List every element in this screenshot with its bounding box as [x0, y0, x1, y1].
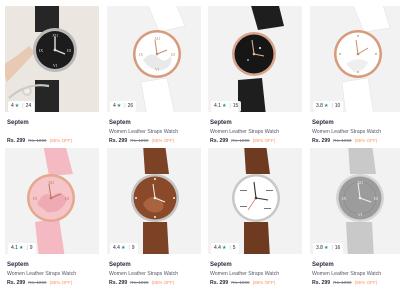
product-name: Women Leather Straps Watch [109, 129, 179, 135]
price-row: Rs. 299 Rs. 1999 (85% OFF) [109, 280, 175, 286]
brand-name: Septem [210, 262, 232, 268]
star-icon: ★ [221, 103, 227, 109]
price-row: Rs. 299 Rs. 1999 (85% OFF) [109, 138, 175, 144]
watch-image: XII III VI IX [310, 148, 400, 254]
product-image-6[interactable]: 4.4★ | 9 [107, 148, 201, 254]
watch-image [310, 6, 400, 112]
product-card-6[interactable]: 4.4★ | 9 Septem Women Leather Straps Watch… [107, 148, 201, 292]
product-image-5[interactable]: XII III IX 4.1★ | 9 [5, 148, 99, 254]
price-row: Rs. 299 Rs. 1999 (85% OFF) [210, 138, 276, 144]
rating-badge: 3.8★ | 16 [313, 243, 344, 254]
price-row: Rs. 299 Rs. 1999 (85% OFF) [312, 280, 378, 286]
brand-name: Septem [109, 120, 131, 126]
product-card-5[interactable]: XII III IX 4.1★ | 9 Septem Women Leather S… [5, 148, 99, 292]
price-row: Rs. 299 Rs. 1999 (85% OFF) [210, 280, 276, 286]
star-icon: ★ [116, 103, 122, 109]
rating-badge: 4★ | 26 [110, 101, 137, 112]
product-card-2[interactable]: XII III VI IX 4★ | 26 Septem Women Leather… [107, 6, 201, 150]
product-image-3[interactable]: 4.1★ | 15 [208, 6, 302, 112]
svg-text:VI: VI [358, 212, 363, 217]
brand-name: Septem [312, 120, 334, 126]
product-name: Women Leather Straps Watch [312, 271, 382, 277]
watch-image [208, 6, 302, 112]
rating-badge: 4.4★ | 9 [110, 243, 138, 254]
svg-text:IX: IX [33, 196, 37, 201]
svg-text:XII: XII [154, 36, 160, 41]
rating-badge: 4★ | 24 [8, 101, 35, 112]
svg-text:III: III [171, 52, 176, 57]
svg-text:XII: XII [48, 180, 54, 185]
svg-text:VI: VI [53, 63, 58, 68]
brand-name: Septem [7, 120, 29, 126]
product-card-8[interactable]: XII III VI IX 3.8★ | 16 Septem Women Leath… [310, 148, 400, 292]
product-card-4[interactable]: 3.8★ | 10 Septem Women Leather Straps Watc… [310, 6, 400, 150]
star-icon: ★ [221, 245, 227, 251]
svg-text:IX: IX [139, 52, 143, 57]
svg-text:III: III [374, 196, 379, 201]
rating-badge: 4.4★ | 5 [211, 243, 239, 254]
product-name: Women Leather Straps Watch [210, 271, 280, 277]
svg-text:VI: VI [155, 67, 160, 72]
product-grid: XII III VI IX 4★ | 24 Septem Rs. 299 Rs. 19… [0, 0, 400, 292]
brand-name: Septem [7, 262, 29, 268]
svg-text:XII: XII [357, 180, 363, 185]
svg-text:XII: XII [52, 33, 58, 38]
watch-image: XII III VI IX [5, 6, 99, 112]
price-row: Rs. 299 Rs. 1999 (85% OFF) [312, 138, 378, 144]
product-name: Women Leather Straps Watch [109, 271, 179, 277]
product-card-1[interactable]: XII III VI IX 4★ | 24 Septem Rs. 299 Rs. 19… [5, 6, 99, 150]
svg-text:IX: IX [39, 48, 43, 53]
product-card-7[interactable]: 4.4★ | 5 Septem Women Leather Straps Watch… [208, 148, 302, 292]
svg-text:IX: IX [342, 196, 346, 201]
product-image-2[interactable]: XII III VI IX 4★ | 26 [107, 6, 201, 112]
price-row: Rs. 299 Rs. 1999 (85% OFF) [7, 138, 73, 144]
rating-badge: 3.8★ | 10 [313, 101, 344, 112]
product-image-4[interactable]: 3.8★ | 10 [310, 6, 400, 112]
brand-name: Septem [210, 120, 232, 126]
product-image-7[interactable]: 4.4★ | 5 [208, 148, 302, 254]
product-name: Women Leather Straps Watch [7, 271, 77, 277]
rating-badge: 4.1★ | 15 [211, 101, 242, 112]
star-icon: ★ [120, 245, 126, 251]
product-name: Women Leather Straps Watch [312, 129, 382, 135]
brand-name: Septem [312, 262, 334, 268]
star-icon: ★ [323, 245, 329, 251]
product-card-3[interactable]: 4.1★ | 15 Septem Women Leather Straps Watc… [208, 6, 302, 150]
watch-image: XII III VI IX [107, 6, 201, 112]
product-name: Women Leather Straps Watch [210, 129, 280, 135]
star-icon: ★ [14, 103, 20, 109]
watch-image [107, 148, 201, 254]
product-image-1[interactable]: XII III VI IX 4★ | 24 [5, 6, 99, 112]
svg-text:III: III [65, 196, 70, 201]
watch-image: XII III IX [5, 148, 99, 254]
svg-text:III: III [67, 48, 72, 53]
price-row: Rs. 299 Rs. 1999 (85% OFF) [7, 280, 73, 286]
star-icon: ★ [323, 103, 329, 109]
brand-name: Septem [109, 262, 131, 268]
product-image-8[interactable]: XII III VI IX 3.8★ | 16 [310, 148, 400, 254]
rating-badge: 4.1★ | 9 [8, 243, 36, 254]
watch-image [208, 148, 302, 254]
star-icon: ★ [18, 245, 24, 251]
